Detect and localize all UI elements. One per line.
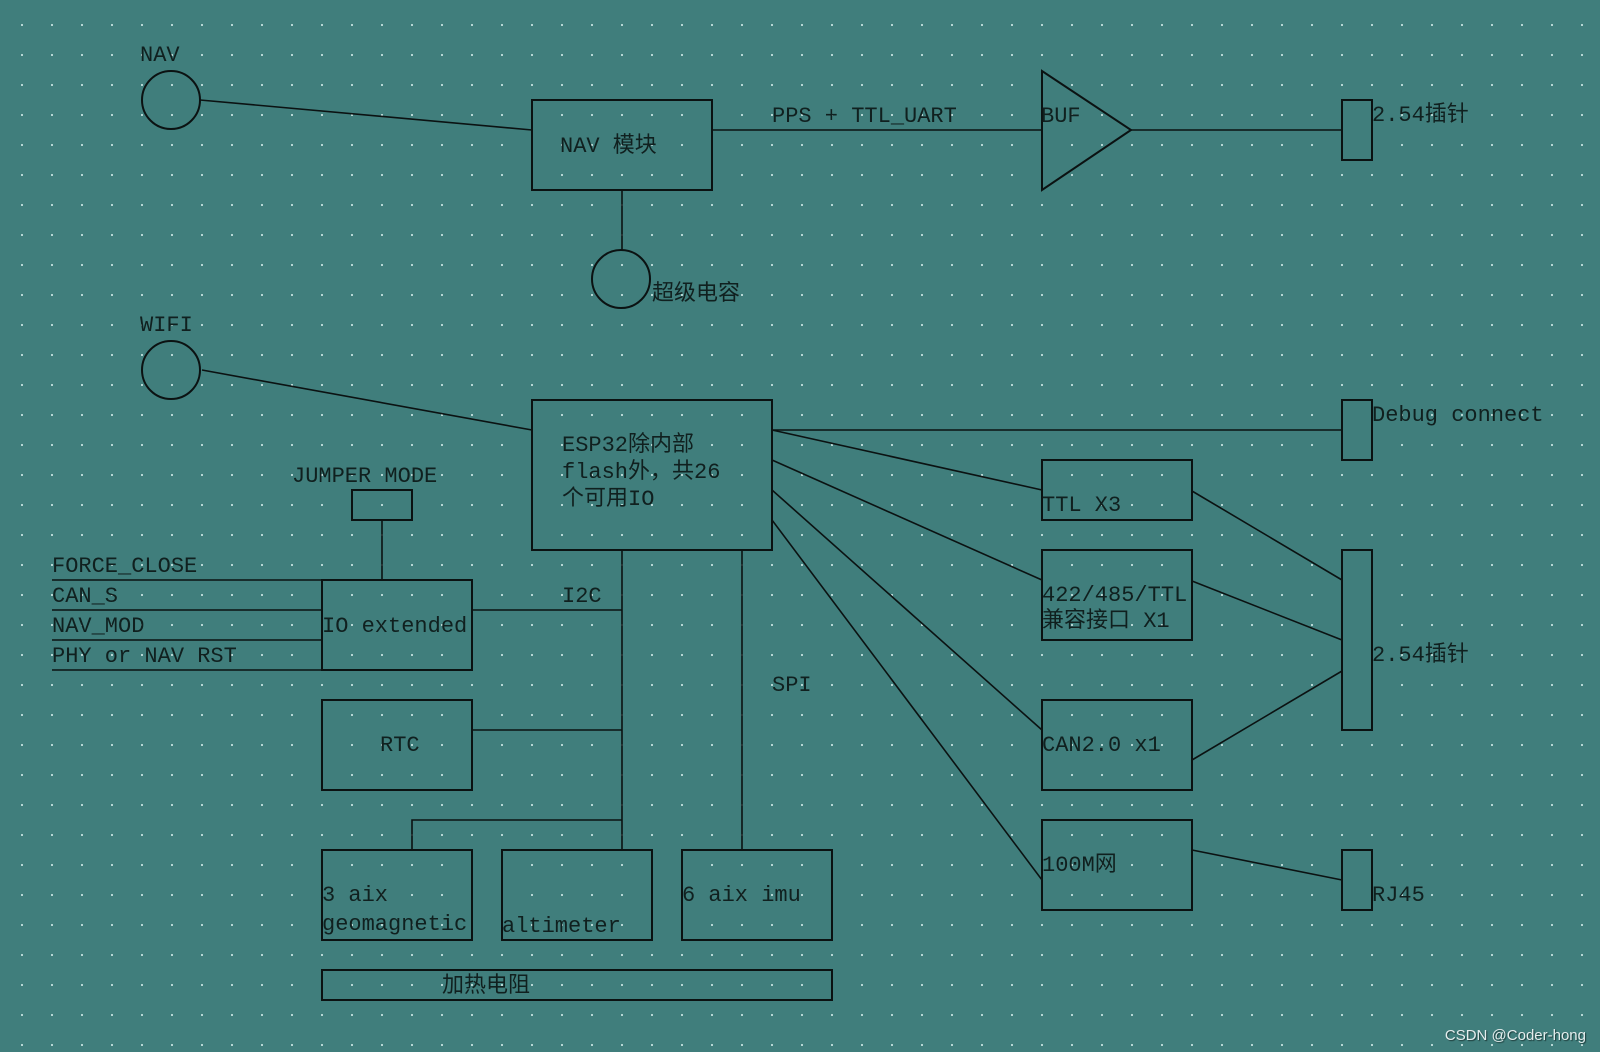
wire-nav-antenna-to-module [199, 99, 533, 131]
esp32-label-line2: flash外，共26 [562, 459, 720, 485]
geomagnetic-label-line1: 3 aix [322, 883, 388, 908]
jumper-mode: JUMPER MODE [292, 464, 437, 521]
i2c-label: I2C [562, 584, 602, 609]
io-extended-label: IO extended [322, 614, 467, 639]
super-capacitor-label: 超级电容 [652, 281, 740, 307]
debug-connector: Debug connect [1341, 399, 1544, 461]
ethernet-block[interactable]: 100M网 [1041, 819, 1193, 911]
pin-header-right-symbol [1341, 549, 1373, 731]
wire-can-to-pin-header [1191, 670, 1343, 761]
pin-header-top-symbol [1341, 99, 1373, 161]
buffer-label: BUF [1041, 104, 1081, 129]
io-signal-lines: FORCE_CLOSE CAN_S NAV_MOD PHY or NAV RST [52, 554, 322, 671]
wire-ethernet-to-rj45 [1191, 849, 1343, 881]
io-signal-force-close: FORCE_CLOSE [52, 554, 197, 579]
wire-geomagnetic-to-i2c [411, 819, 622, 850]
nav-module-label: NAV 模块 [560, 133, 657, 159]
nav-antenna-symbol [141, 70, 201, 130]
io-extended-block[interactable]: IO extended [321, 579, 473, 671]
rs-interface-label-line2: 兼容接口 X1 [1042, 608, 1170, 634]
geomagnetic-block[interactable]: 3 aix geomagnetic [321, 849, 473, 941]
esp32-label-line3: 个可用IO [562, 486, 654, 512]
super-capacitor-symbol [591, 249, 651, 309]
wire-wifi-to-esp32 [201, 369, 533, 431]
super-capacitor: 超级电容 [591, 249, 740, 309]
debug-connector-label: Debug connect [1372, 403, 1544, 428]
ttl-label: TTL X3 [1042, 493, 1121, 518]
wire-esp32-to-ttl [771, 429, 1043, 491]
pin-header-right: 2.54插针 [1341, 549, 1469, 731]
rj45-connector: RJ45 [1341, 849, 1425, 911]
altimeter-label: altimeter [502, 914, 621, 939]
esp32-label-line1: ESP32除内部 [562, 432, 694, 458]
wire-rs-to-pin-header [1191, 580, 1343, 641]
io-signal-can-s: CAN_S [52, 584, 118, 609]
can-label: CAN2.0 x1 [1042, 733, 1161, 758]
rs-interface-label-line1: 422/485/TTL [1042, 583, 1187, 608]
rs-interface-block[interactable]: 422/485/TTL 兼容接口 X1 [1041, 549, 1193, 641]
nav-antenna: NAV [140, 43, 201, 130]
heater-box[interactable] [321, 969, 833, 1001]
io-signal-nav-mod: NAV_MOD [52, 614, 144, 639]
wire-ttl-to-pin-header [1191, 490, 1343, 581]
can-block[interactable]: CAN2.0 x1 [1041, 699, 1193, 791]
wire-esp32-to-ethernet [771, 519, 1043, 881]
io-signal-phy-nav-rst: PHY or NAV RST [52, 644, 237, 669]
ethernet-label: 100M网 [1042, 853, 1117, 878]
heater-block[interactable]: 加热电阻 [321, 969, 833, 1001]
nav-antenna-label: NAV [140, 43, 180, 68]
spi-label: SPI [772, 673, 812, 698]
wire-esp32-to-rs-interface [771, 459, 1043, 581]
rj45-symbol [1341, 849, 1373, 911]
buffer-triangle-icon [1041, 69, 1133, 192]
pin-header-right-label: 2.54插针 [1372, 642, 1469, 668]
imu-block[interactable]: 6 aix imu [681, 849, 833, 941]
rtc-block[interactable]: RTC [321, 699, 473, 791]
wifi-antenna-label: WIFI [140, 313, 193, 338]
debug-connector-symbol [1341, 399, 1373, 461]
heater-label: 加热电阻 [442, 973, 530, 999]
nav-link-label: PPS + TTL_UART [772, 104, 957, 129]
watermark: CSDN @Coder-hong [1444, 1027, 1586, 1044]
altimeter-block[interactable]: altimeter [501, 849, 653, 941]
wifi-antenna-symbol [141, 340, 201, 400]
pin-header-top-label: 2.54插针 [1372, 102, 1469, 128]
jumper-mode-label: JUMPER MODE [292, 464, 437, 489]
wire-esp32-to-can [771, 489, 1043, 731]
ttl-block[interactable]: TTL X3 [1041, 459, 1193, 521]
buffer: BUF [1041, 69, 1133, 192]
block-diagram: NAV NAV 模块 超级电容 PPS + TTL_UART BUF 2.54插… [52, 43, 1544, 1001]
geomagnetic-label-line2: geomagnetic [322, 912, 467, 937]
imu-label: 6 aix imu [682, 883, 801, 908]
esp32-block[interactable]: ESP32除内部 flash外，共26 个可用IO [531, 399, 773, 551]
rj45-label: RJ45 [1372, 883, 1425, 908]
pin-header-top: 2.54插针 [1341, 99, 1469, 161]
wifi-antenna: WIFI [140, 313, 201, 400]
rtc-label: RTC [380, 733, 420, 758]
nav-module-block[interactable]: NAV 模块 [531, 99, 713, 191]
jumper-mode-symbol [351, 489, 413, 521]
